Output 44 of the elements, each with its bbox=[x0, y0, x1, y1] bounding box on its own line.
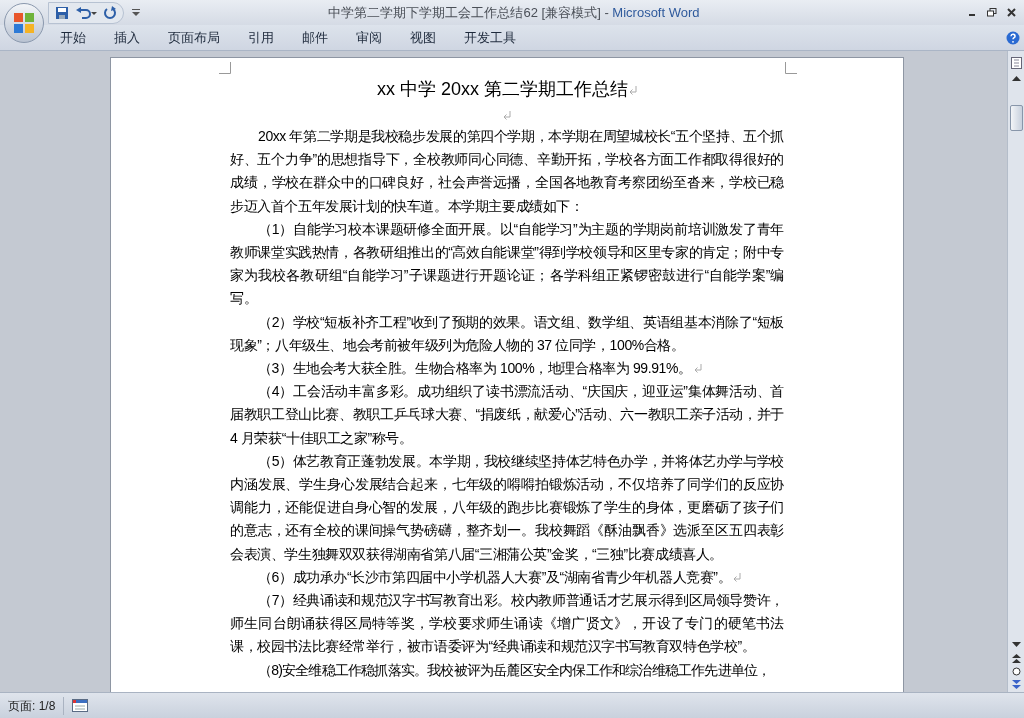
next-page-icon[interactable] bbox=[1011, 680, 1021, 689]
vertical-scrollbar[interactable] bbox=[1007, 51, 1024, 692]
ribbon-tab[interactable]: 页面布局 bbox=[154, 26, 234, 49]
redo-icon[interactable] bbox=[103, 5, 117, 20]
paragraph-mark-icon bbox=[629, 85, 637, 95]
body-paragraph: （8)安全维稳工作稳抓落实。我校被评为岳麓区安全内保工作和综治维稳工作先进单位， bbox=[258, 661, 771, 678]
help-icon[interactable] bbox=[1006, 30, 1020, 45]
page-count[interactable]: 页面: 1/8 bbox=[0, 696, 65, 715]
body-paragraph: （1）自能学习校本课题研修全面开展。以“自能学习”为主题的学期岗前培训激发了青年教师课堂实践热情，各教研组推出的“高效自能课堂”得到学校领导和区里专家的肯定；附中专家为我校各教研组“自能学习”子课题进行开题论证；各学科组正紧锣密鼓进行“自能学案”编写。 bbox=[230, 220, 784, 307]
window-title: 中学第二学期下学期工会工作总结62 [兼容模式] - Microsoft Word bbox=[328, 3, 700, 22]
undo-icon[interactable] bbox=[75, 5, 97, 20]
ruler-toggle-icon[interactable] bbox=[1010, 57, 1022, 69]
scroll-down-icon[interactable] bbox=[1011, 642, 1021, 648]
body-paragraph: （5）体艺教育正蓬勃发展。本学期，我校继续坚持体艺特色办学，并将体艺办学与学校内涵发展、学生身心发展结合起来，七年级的嘚嘚拍锻炼活动，不仅培养了同学们的反应协调能力，还能促进自身心智的发展，八年级的跑步比赛锻炼了学生的身体，更磨砺了孩子们的意志，还有全校的课间操气势磅礴，整齐划一。我校舞蹈《酥油飘香》选派至区五四表彰会表演、学生独舞双双获得湖南省第八届“三湘蒲公英”金奖，“三独”比赛成绩喜人。 bbox=[230, 452, 784, 562]
ribbon-tab[interactable]: 审阅 bbox=[342, 26, 396, 49]
restore-icon[interactable] bbox=[987, 8, 997, 17]
body-paragraph: （6）成功承办“长沙市第四届中小学机器人大赛”及“湖南省青少年机器人竞赛”。 bbox=[258, 568, 732, 585]
body-paragraph: （4）工会活动丰富多彩。成功组织了读书漂流活动、“庆国庆，迎亚运”集体舞活动、首届教职工登山比赛、教职工乒乓球大赛、“捐废纸，献爱心”活动、六一教职工亲子活动，并于 4 月荣获“十佳职工之家”称号。 bbox=[230, 383, 784, 446]
previous-page-icon[interactable] bbox=[1011, 654, 1021, 663]
save-icon[interactable] bbox=[55, 5, 69, 20]
ribbon-tab[interactable]: 开发工具 bbox=[450, 26, 530, 49]
office-logo-icon bbox=[13, 12, 35, 34]
body-paragraph: 20xx 年第二学期是我校稳步发展的第四个学期，本学期在周望城校长“五个坚持、五个抓好、五个力争”的思想指导下，全校教师同心同德、辛勤开拓，学校各方面工作都取得很好的成绩，学校在群众中的口碑良好，社会声誉远播，全国各地教育考察团纷至沓来，学校已稳步迈入首个五年发展计划的快车道。本学期主要成绩如下： bbox=[230, 128, 784, 214]
customize-menu-icon[interactable] bbox=[132, 8, 140, 17]
body-paragraph: （7）经典诵读和规范汉字书写教育出彩。校内教师普通话才艺展示得到区局领导赞许，师生同台朗诵获得区局特等奖，学校要求师生诵读《增广贤文》，开设了专门的硬笔书法课，校园书法比赛经常举行，被市语委评为“经典诵读和规范汉字书写教育双特色学校”。 bbox=[230, 592, 784, 655]
ribbon-tab[interactable]: 视图 bbox=[396, 26, 450, 49]
ribbon-tab[interactable]: 邮件 bbox=[288, 26, 342, 49]
document-title: xx 中学 20xx 第二学期工作总结 bbox=[377, 79, 628, 99]
body-paragraph: （3）生地会考大获全胜。生物合格率为 100%，地理合格率为 99.91%。 bbox=[258, 360, 692, 377]
office-button[interactable] bbox=[4, 3, 44, 43]
margin-corner-icon bbox=[219, 62, 231, 74]
paragraph-mark-icon bbox=[503, 111, 511, 121]
proofing-status-icon[interactable] bbox=[72, 699, 89, 712]
scroll-up-icon[interactable] bbox=[1011, 75, 1021, 81]
ribbon-tab[interactable]: 开始 bbox=[46, 26, 100, 49]
body-paragraph: （2）学校“短板补齐工程”收到了预期的效果。语文组、数学组、英语组基本消除了“短板现象”；八年级生、地会考前被年级列为危险人物的 37 位同学，100%合格。 bbox=[230, 313, 784, 353]
ribbon-tab[interactable]: 插入 bbox=[100, 26, 154, 49]
margin-corner-icon bbox=[785, 62, 797, 74]
paragraph-mark-icon bbox=[693, 364, 702, 374]
ribbon-tab[interactable]: 引用 bbox=[234, 26, 288, 49]
close-icon[interactable] bbox=[1007, 8, 1016, 17]
browse-object-icon[interactable] bbox=[1011, 667, 1021, 676]
scroll-thumb[interactable] bbox=[1009, 105, 1023, 131]
paragraph-mark-icon bbox=[733, 572, 742, 582]
